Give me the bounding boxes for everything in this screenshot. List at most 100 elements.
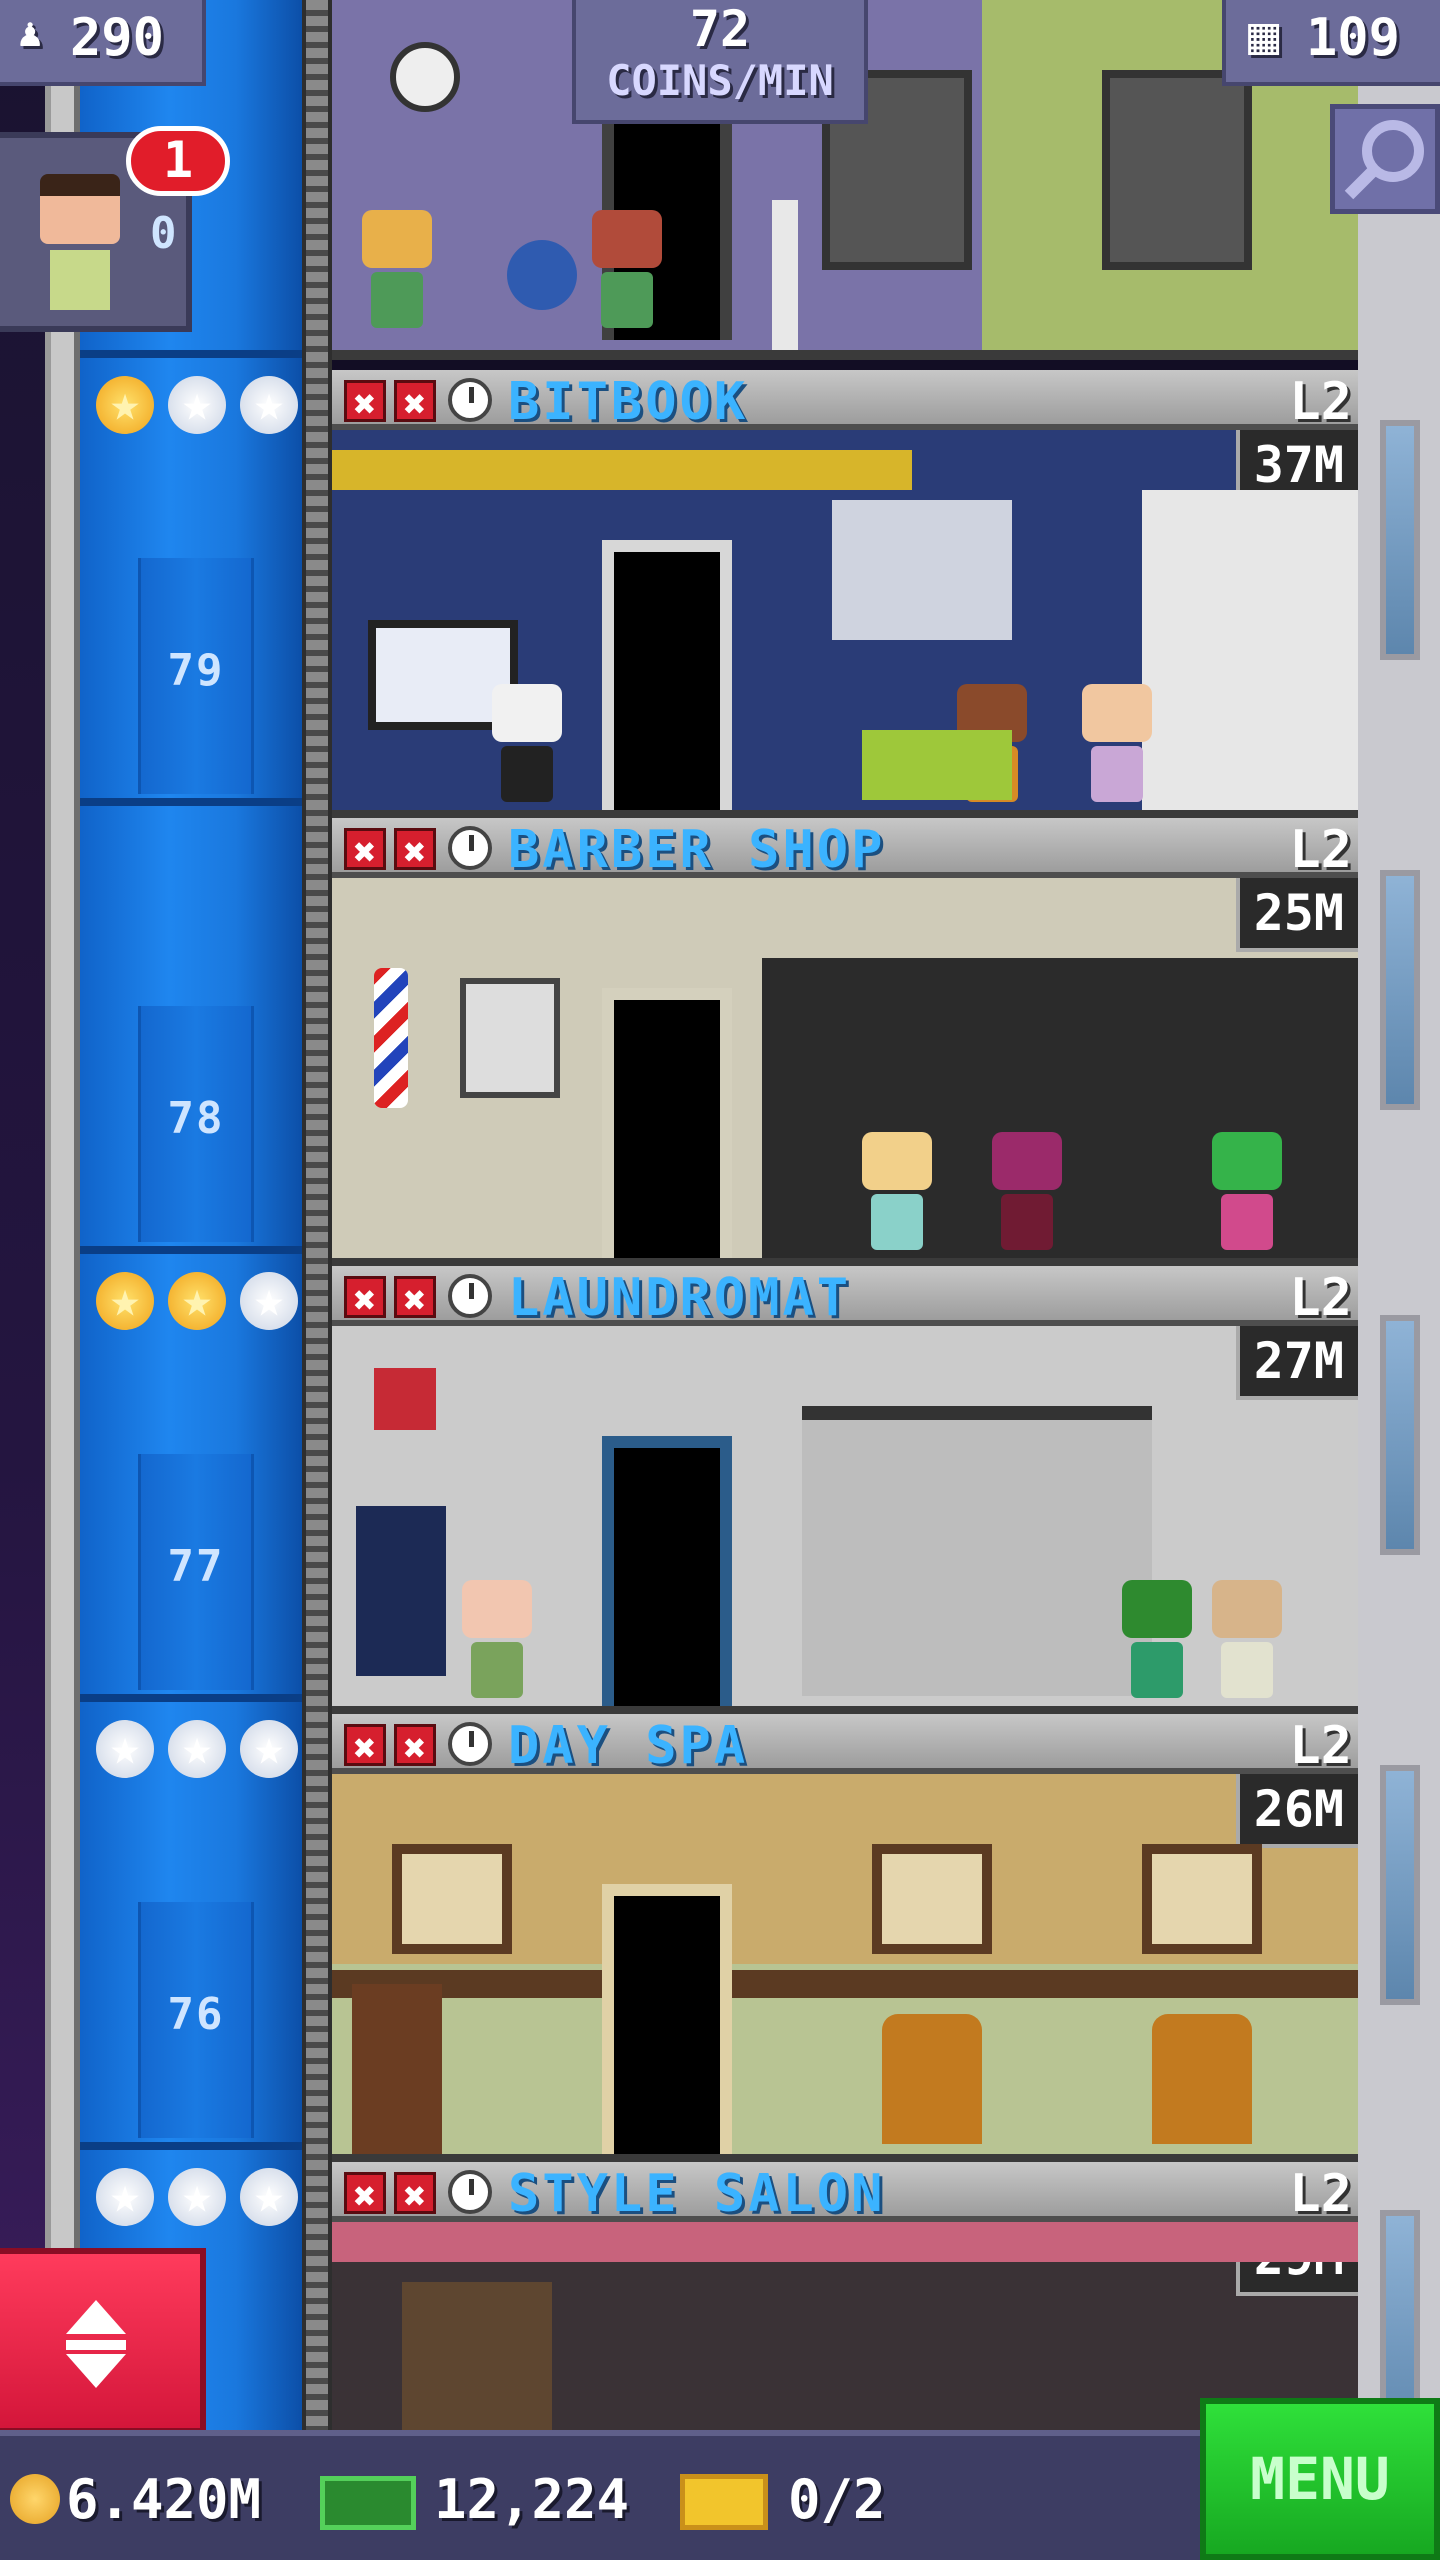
floor-level: L2 bbox=[1289, 1268, 1352, 1328]
up-down-arrow-icon bbox=[66, 2300, 126, 2388]
star-icon: ★ bbox=[240, 376, 298, 434]
floor-level: L2 bbox=[1289, 2164, 1352, 2224]
floor-number: 79 bbox=[167, 645, 225, 696]
bitizen[interactable] bbox=[492, 684, 562, 804]
shelf bbox=[352, 1984, 442, 2154]
washing-machines bbox=[802, 1406, 1152, 1696]
bitizen[interactable] bbox=[992, 1132, 1062, 1252]
no-worker-icon: ✖ bbox=[394, 380, 436, 425]
barber-pole bbox=[374, 968, 408, 1108]
window bbox=[1102, 70, 1252, 270]
floors-count: 109 bbox=[1306, 8, 1400, 68]
floor-bitbook[interactable]: ✖ ✖ BITBOOK L2 37M bbox=[332, 370, 1358, 820]
elevator-button[interactable] bbox=[0, 2248, 206, 2434]
building-icon: ▦ bbox=[1248, 6, 1280, 66]
floor-barber-shop[interactable]: ✖ ✖ BARBER SHOP L2 25M bbox=[332, 818, 1358, 1268]
tower-outer-wall bbox=[1358, 0, 1440, 2430]
coins-rate-panel[interactable]: 72 COINS/MIN bbox=[572, 0, 868, 124]
picture-frame bbox=[872, 1844, 992, 1954]
no-worker-icon: ✖ bbox=[344, 2172, 386, 2217]
population-count: 290 bbox=[70, 8, 164, 68]
magnifier-icon bbox=[1344, 120, 1424, 200]
star-icon: ★ bbox=[240, 1272, 298, 1330]
floor-style-salon[interactable]: ✖ ✖ STYLE SALON L2 29M bbox=[332, 2162, 1358, 2430]
floor-name: DAY SPA bbox=[508, 1716, 749, 1776]
no-worker-icon: ✖ bbox=[394, 2172, 436, 2217]
water-cooler bbox=[772, 200, 798, 350]
visitor-avatar bbox=[40, 174, 120, 244]
room-door bbox=[602, 1884, 732, 2154]
no-worker-icon: ✖ bbox=[344, 380, 386, 425]
floor-laundromat[interactable]: ✖ ✖ LAUNDROMAT L2 27M bbox=[332, 1266, 1358, 1716]
room-interior[interactable]: 25M bbox=[332, 878, 1358, 1268]
bitizen[interactable] bbox=[362, 210, 432, 330]
star-icon: ★ bbox=[168, 1720, 226, 1778]
floor-value: 27M bbox=[1235, 1326, 1358, 1400]
bitizen[interactable] bbox=[1212, 1132, 1282, 1252]
bitizen[interactable] bbox=[1212, 1580, 1282, 1700]
picture-frame bbox=[1142, 1844, 1262, 1954]
menu-button[interactable]: MENU bbox=[1200, 2398, 1440, 2560]
floor-name: BARBER SHOP bbox=[508, 820, 886, 880]
no-worker-icon: ✖ bbox=[394, 1724, 436, 1769]
star-icon: ★ bbox=[240, 1720, 298, 1778]
wood-trim bbox=[332, 1970, 1358, 1998]
bux-amount: 12,224 bbox=[434, 2468, 630, 2531]
star-icon: ★ bbox=[240, 2168, 298, 2226]
floor-day-spa[interactable]: ✖ ✖ DAY SPA L2 26M bbox=[332, 1714, 1358, 2164]
floor-number: 0 bbox=[150, 208, 177, 259]
tower-window bbox=[1380, 1315, 1420, 1555]
population-panel[interactable]: ♟ 290 bbox=[0, 0, 206, 86]
room-interior[interactable]: 26M bbox=[332, 1774, 1358, 2164]
room-interior[interactable]: 37M bbox=[332, 430, 1358, 820]
ticket-icon bbox=[680, 2474, 768, 2530]
salon-awning bbox=[332, 2222, 1358, 2262]
bitizen[interactable] bbox=[462, 1580, 532, 1700]
clock-icon bbox=[448, 826, 492, 870]
notification-badge: 1 bbox=[126, 126, 230, 196]
floor-name: LAUNDROMAT bbox=[508, 1268, 852, 1328]
star-icon: ★ bbox=[96, 1720, 154, 1778]
coin-icon bbox=[10, 2474, 60, 2524]
star-icon: ★ bbox=[168, 376, 226, 434]
no-worker-icon: ✖ bbox=[344, 1724, 386, 1769]
shaft-divider bbox=[80, 350, 302, 358]
office-wall bbox=[1142, 490, 1358, 810]
bitizen[interactable] bbox=[862, 1132, 932, 1252]
spa-chair bbox=[882, 2014, 982, 2144]
bitizen[interactable] bbox=[1122, 1580, 1192, 1700]
floor-header: ✖ ✖ BITBOOK L2 bbox=[332, 370, 1358, 432]
space-background bbox=[0, 0, 45, 2430]
zoom-button[interactable] bbox=[1330, 104, 1440, 214]
visitor-body bbox=[50, 250, 110, 310]
coins-rate-value: 72 bbox=[689, 0, 751, 58]
bux-icon bbox=[320, 2476, 416, 2530]
bitizen[interactable] bbox=[592, 210, 662, 330]
coins-rate-unit: COINS/MIN bbox=[606, 56, 834, 105]
floor-name: BITBOOK bbox=[508, 372, 749, 432]
star-icon: ★ bbox=[96, 1272, 154, 1330]
shaft-divider bbox=[80, 2142, 302, 2150]
no-worker-icon: ✖ bbox=[394, 1276, 436, 1321]
floors-panel[interactable]: ▦ 109 bbox=[1222, 0, 1440, 86]
star-icon: ★ bbox=[96, 376, 154, 434]
no-worker-icon: ✖ bbox=[344, 1276, 386, 1321]
tower-window bbox=[1380, 870, 1420, 1110]
shaft-divider bbox=[80, 798, 302, 806]
no-smoking-sign bbox=[374, 1368, 436, 1430]
coins-amount: 6.420M bbox=[66, 2468, 262, 2531]
poster bbox=[460, 978, 560, 1098]
tickets-count: 0/2 bbox=[788, 2468, 886, 2531]
floor-value: 26M bbox=[1235, 1774, 1358, 1848]
bitbook-logo bbox=[832, 500, 1012, 640]
floor-number: 78 bbox=[167, 1093, 225, 1144]
room-door bbox=[602, 540, 732, 810]
person-icon: ♟ bbox=[18, 10, 43, 56]
room-door bbox=[602, 1436, 732, 1706]
floor-header: ✖ ✖ STYLE SALON L2 bbox=[332, 2162, 1358, 2224]
bitizen[interactable] bbox=[1082, 684, 1152, 804]
no-worker-icon: ✖ bbox=[394, 828, 436, 873]
picture-frame bbox=[392, 1844, 512, 1954]
room-interior[interactable]: 27M bbox=[332, 1326, 1358, 1716]
floor-name: STYLE SALON bbox=[508, 2164, 886, 2224]
